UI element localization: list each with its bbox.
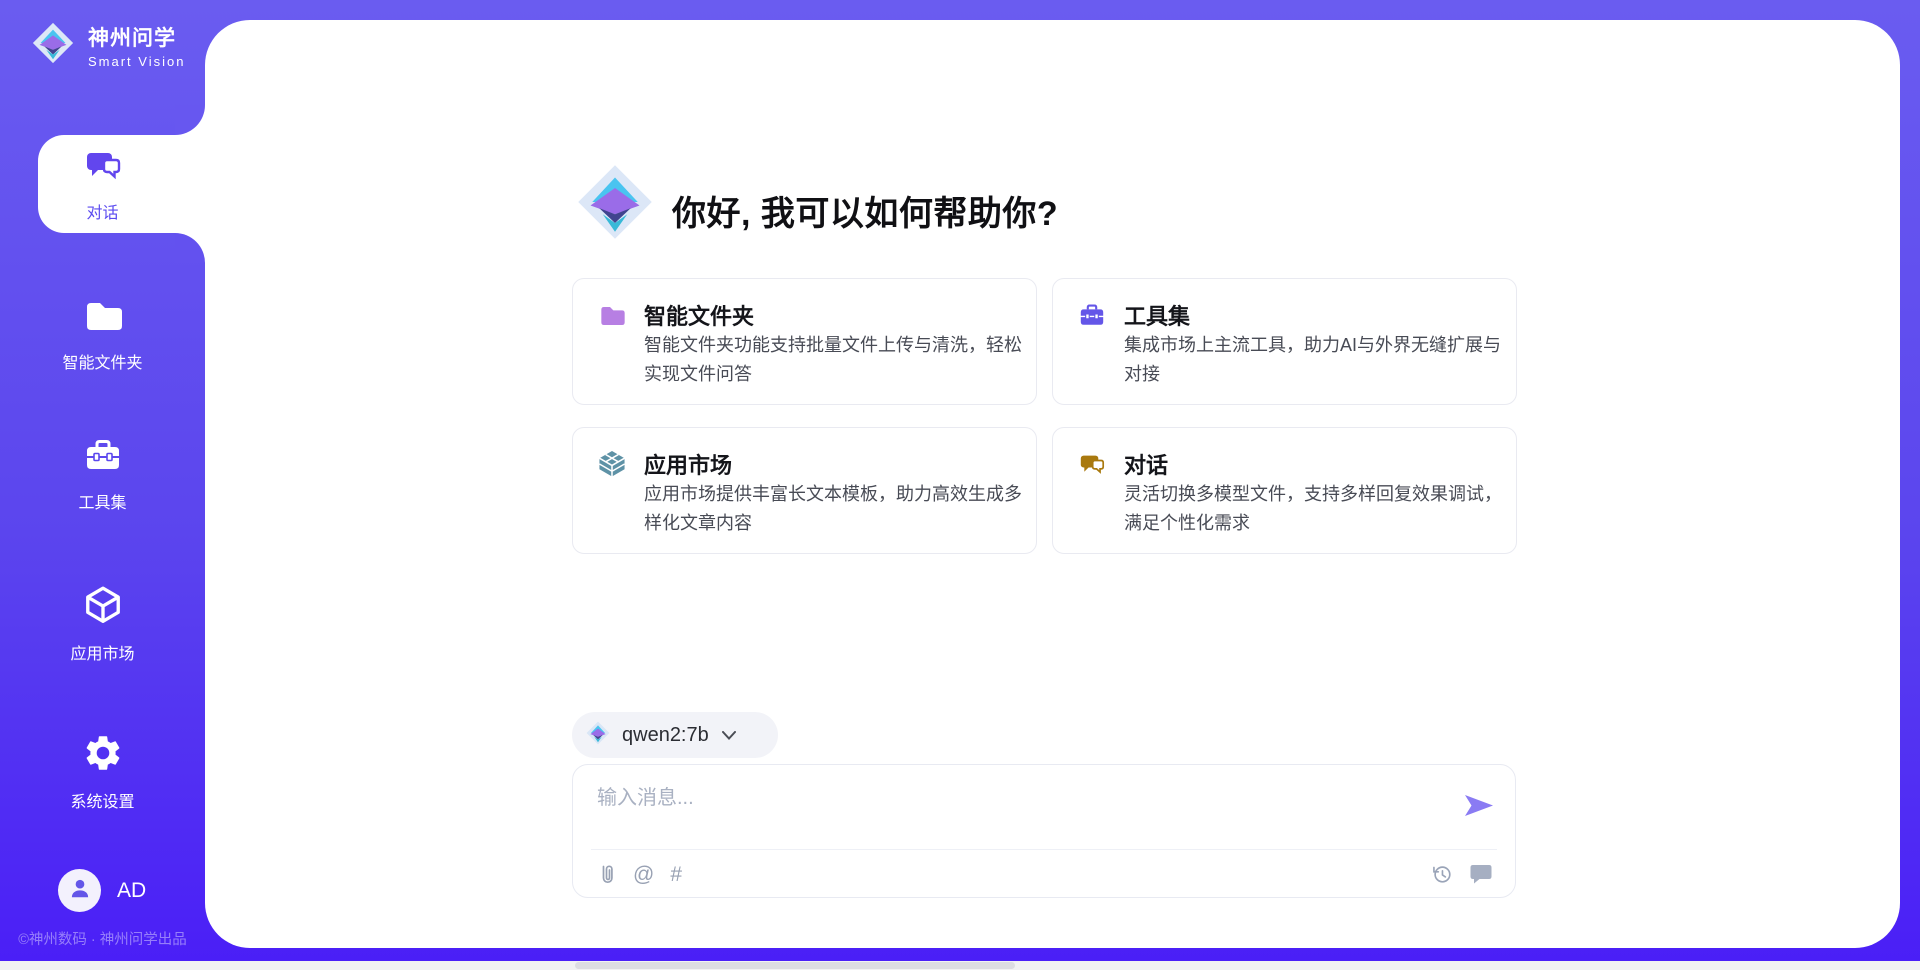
app-root: 神州问学 Smart Vision 对话 智能文件夹 [0, 0, 1920, 970]
person-icon [67, 875, 93, 906]
greeting-logo-icon [573, 160, 657, 249]
card-app-market[interactable]: 应用市场 应用市场提供丰富长文本模板，助力高效生成多样化文章内容 [572, 427, 1037, 554]
folder-icon [82, 295, 124, 340]
card-title: 智能文件夹 [644, 299, 754, 331]
avatar [58, 869, 101, 912]
history-icon[interactable] [1431, 863, 1453, 885]
sidebar-item-app-market[interactable]: 应用市场 [0, 584, 205, 664]
card-description: 集成市场上主流工具，助力AI与外界无缝扩展与对接 [1124, 331, 1516, 389]
scrollbar-thumb[interactable] [575, 962, 1015, 969]
card-description: 灵活切换多模型文件，支持多样回复效果调试，满足个性化需求 [1124, 480, 1516, 538]
diamond-logo-icon [30, 20, 76, 71]
chat-icon [1078, 450, 1106, 478]
sidebar-item-label: 系统设置 [0, 788, 205, 812]
card-title: 工具集 [1124, 299, 1190, 331]
brand-title: 神州问学 [88, 22, 185, 52]
diamond-logo-icon [585, 720, 611, 751]
cube-icon [82, 584, 124, 631]
sidebar-item-label: 应用市场 [0, 640, 205, 664]
sidebar-item-settings[interactable]: 系统设置 [0, 732, 205, 812]
cube-grid-icon [598, 450, 626, 478]
attachment-icon[interactable] [597, 863, 617, 887]
horizontal-scrollbar[interactable] [0, 961, 1920, 970]
tab-fillet-top [175, 105, 205, 135]
model-selector[interactable]: qwen2:7b [572, 712, 778, 758]
sidebar-item-label: 对话 [0, 199, 205, 223]
tab-fillet-bottom [175, 233, 205, 263]
greeting-heading: 你好, 我可以如何帮助你? [672, 186, 1058, 235]
hash-icon[interactable]: # [670, 863, 682, 887]
sidebar-footer-text: ©神州数码 · 神州问学出品 [0, 928, 205, 949]
brand: 神州问学 Smart Vision [30, 20, 185, 71]
chevron-down-icon [722, 731, 736, 740]
conversation-icon[interactable] [1469, 863, 1493, 885]
message-input[interactable] [597, 779, 1417, 817]
message-composer: @ # [572, 764, 1516, 898]
sidebar-item-toolset[interactable]: 工具集 [0, 435, 205, 513]
card-title: 应用市场 [644, 448, 732, 480]
briefcase-icon [1078, 301, 1106, 329]
folder-icon [598, 301, 626, 329]
card-description: 智能文件夹功能支持批量文件上传与清洗，轻松实现文件问答 [644, 331, 1036, 389]
brand-subtitle: Smart Vision [88, 54, 185, 69]
composer-divider [591, 849, 1497, 850]
sidebar-item-smart-folder[interactable]: 智能文件夹 [0, 295, 205, 373]
sidebar-item-label: 工具集 [0, 489, 205, 513]
model-name: qwen2:7b [622, 724, 709, 747]
send-icon[interactable] [1463, 793, 1495, 823]
card-smart-folder[interactable]: 智能文件夹 智能文件夹功能支持批量文件上传与清洗，轻松实现文件问答 [572, 278, 1037, 405]
gear-icon [82, 732, 124, 779]
mention-icon[interactable]: @ [633, 863, 654, 887]
card-chat[interactable]: 对话 灵活切换多模型文件，支持多样回复效果调试，满足个性化需求 [1052, 427, 1517, 554]
user-initials: AD [117, 879, 146, 903]
card-toolset[interactable]: 工具集 集成市场上主流工具，助力AI与外界无缝扩展与对接 [1052, 278, 1517, 405]
sidebar-item-chat[interactable]: 对话 [0, 145, 205, 223]
card-title: 对话 [1124, 448, 1168, 480]
toolbox-icon [83, 435, 123, 480]
sidebar-item-label: 智能文件夹 [0, 349, 205, 373]
card-description: 应用市场提供丰富长文本模板，助力高效生成多样化文章内容 [644, 480, 1036, 538]
user-profile[interactable]: AD [58, 869, 146, 912]
chat-icon [83, 145, 123, 190]
